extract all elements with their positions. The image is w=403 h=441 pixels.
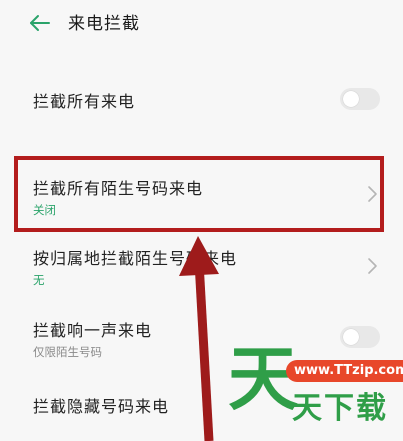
page-title: 来电拦截 [68,14,140,34]
block-all-calls-toggle[interactable] [340,88,380,110]
setting-title: 拦截响一声来电 [33,321,153,340]
chevron-right-icon [368,258,377,274]
toggle-knob [343,329,359,345]
setting-status: 无 [33,273,45,287]
setting-block-all-calls[interactable]: 拦截所有来电 [0,78,403,118]
setting-title: 按归属地拦截陌生号码来电 [33,249,238,268]
toggle-knob [343,91,359,107]
setting-title: 拦截所有来电 [33,92,136,111]
highlight-annotation-box [14,156,384,232]
setting-description: 仅限陌生号码 [33,345,102,359]
setting-title: 拦截隐藏号码来电 [33,397,170,416]
arrow-left-icon[interactable] [28,12,52,34]
watermark-text: 天下载 [292,391,388,426]
watermark-logo: 天 www.TTzip.com 天下载 [228,344,403,441]
header-bar: 来电拦截 [0,0,403,48]
watermark-url: www.TTzip.com [286,360,403,382]
watermark-logo-char: 天 [228,338,298,420]
setting-block-by-region[interactable]: 按归属地拦截陌生号码来电 无 [0,235,403,295]
